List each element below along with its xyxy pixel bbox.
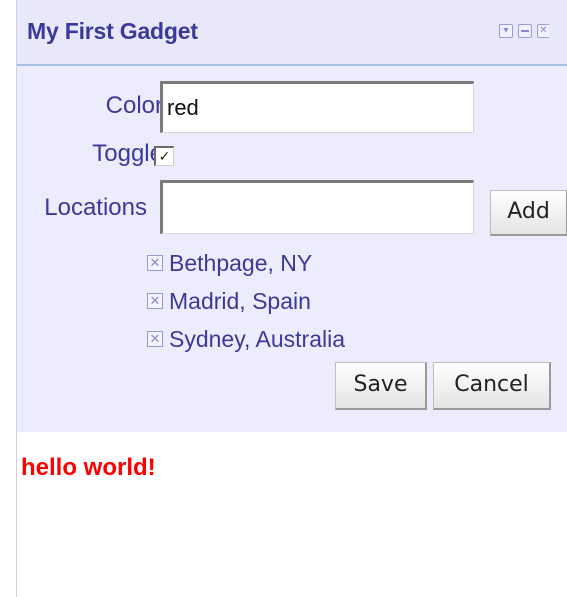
location-name: Bethpage, NY bbox=[169, 249, 313, 276]
minimize-icon[interactable] bbox=[518, 24, 532, 38]
locations-input[interactable] bbox=[160, 180, 474, 234]
remove-location-icon[interactable]: ✕ bbox=[147, 293, 163, 309]
location-name: Sydney, Australia bbox=[169, 325, 346, 352]
locations-label: Locations bbox=[44, 194, 147, 221]
remove-location-icon[interactable]: ✕ bbox=[147, 255, 163, 271]
settings-panel: Color Toggle ✓ Locations Add ✕ Bethpage,… bbox=[17, 66, 567, 432]
close-icon[interactable]: ✕ bbox=[537, 24, 549, 38]
add-location-button[interactable]: Add bbox=[490, 190, 567, 236]
save-button[interactable]: Save bbox=[335, 362, 427, 410]
gadget-title: My First Gadget bbox=[27, 18, 198, 44]
gadget-content: hello world! bbox=[17, 432, 567, 597]
location-name: Madrid, Spain bbox=[169, 287, 311, 314]
color-label: Color bbox=[105, 92, 163, 119]
list-item: ✕ Bethpage, NY bbox=[147, 244, 345, 282]
toggle-checkbox[interactable]: ✓ bbox=[154, 146, 174, 166]
list-item: ✕ Madrid, Spain bbox=[147, 282, 345, 320]
toggle-label: Toggle bbox=[92, 140, 163, 167]
remove-location-icon[interactable]: ✕ bbox=[147, 331, 163, 347]
locations-list: ✕ Bethpage, NY ✕ Madrid, Spain ✕ Sydney,… bbox=[147, 244, 345, 358]
gadget-titlebar: My First Gadget ▾ ✕ bbox=[17, 0, 567, 66]
hello-message: hello world! bbox=[21, 454, 156, 481]
color-input[interactable] bbox=[160, 81, 474, 133]
menu-dropdown-icon[interactable]: ▾ bbox=[499, 24, 513, 38]
cancel-button[interactable]: Cancel bbox=[433, 362, 551, 410]
gadget-window: My First Gadget ▾ ✕ Color Toggle ✓ Locat… bbox=[16, 0, 567, 597]
list-item: ✕ Sydney, Australia bbox=[147, 320, 345, 358]
